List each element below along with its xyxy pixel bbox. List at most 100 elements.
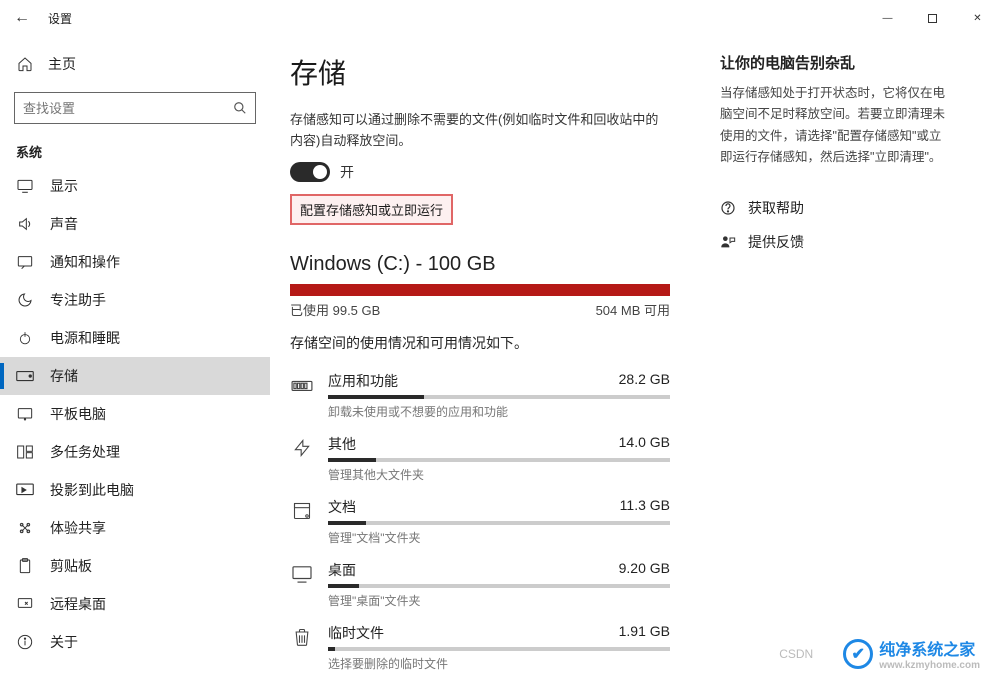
category-size: 9.20 GB [619, 560, 670, 580]
help-icon [720, 200, 736, 216]
drive-usage-bar [290, 284, 670, 296]
help-label: 获取帮助 [748, 198, 804, 218]
watermark-brand: 纯净系统之家 [879, 636, 980, 660]
sidebar-item-clipboard[interactable]: 剪贴板 [0, 547, 270, 585]
toggle-label: 开 [340, 162, 354, 182]
sidebar-item-label: 平板电脑 [50, 404, 106, 424]
category-sub: 管理"文档"文件夹 [328, 529, 670, 546]
category-size: 28.2 GB [619, 371, 670, 391]
category-bar [328, 395, 670, 399]
power-icon [16, 330, 34, 346]
storage-category-row[interactable]: 临时文件 1.91 GB 选择要删除的临时文件 [290, 615, 670, 672]
storage-category-row[interactable]: 文档11.3 GB管理"文档"文件夹 [290, 489, 670, 546]
category-icon [290, 625, 314, 649]
sidebar-item-label: 远程桌面 [50, 594, 106, 614]
watermark-url: www.kzmyhome.com [879, 660, 980, 671]
sound-icon [16, 216, 34, 232]
category-size: 1.91 GB [619, 623, 670, 643]
sidebar-item-label: 存储 [50, 366, 78, 386]
remote-icon [16, 596, 34, 612]
back-icon[interactable]: ← [14, 9, 30, 27]
sidebar-item-label: 体验共享 [50, 518, 106, 538]
storage-sense-desc: 存储感知可以通过删除不需要的文件(例如临时文件和回收站中的内容)自动释放空间。 [290, 110, 670, 152]
sidebar: 主页 系统 显示 声音 通知和操作 专注助手 [0, 36, 270, 681]
feedback-label: 提供反馈 [748, 232, 804, 252]
sidebar-item-shared[interactable]: 体验共享 [0, 509, 270, 547]
sidebar-item-remote[interactable]: 远程桌面 [0, 585, 270, 623]
category-bar [328, 458, 670, 462]
sidebar-item-tablet[interactable]: 平板电脑 [0, 395, 270, 433]
window-title: 设置 [48, 10, 72, 27]
info-icon [16, 634, 34, 650]
sidebar-item-multitask[interactable]: 多任务处理 [0, 433, 270, 471]
sidebar-item-display[interactable]: 显示 [0, 167, 270, 205]
search-input[interactable] [23, 101, 233, 116]
multitask-icon [16, 445, 34, 459]
used-label: 已使用 99.5 GB [290, 300, 380, 319]
category-name: 其他 [328, 434, 356, 454]
sidebar-item-label: 通知和操作 [50, 252, 120, 272]
category-icon [290, 562, 314, 586]
sidebar-item-power[interactable]: 电源和睡眠 [0, 319, 270, 357]
storage-category-row[interactable]: 应用和功能 28.2 GB 卸载未使用或不想要的应用和功能 [290, 363, 670, 420]
sidebar-category: 系统 [0, 142, 270, 167]
category-bar [328, 521, 670, 525]
sidebar-item-about[interactable]: 关于 [0, 623, 270, 661]
category-name: 应用和功能 [328, 371, 398, 391]
sidebar-item-storage[interactable]: 存储 [0, 357, 270, 395]
sidebar-item-label: 剪贴板 [50, 556, 92, 576]
display-icon [16, 179, 34, 193]
maximize-button[interactable] [910, 3, 955, 33]
search-icon [233, 101, 247, 115]
sidebar-item-sound[interactable]: 声音 [0, 205, 270, 243]
category-name: 临时文件 [328, 623, 384, 643]
clipboard-icon [16, 558, 34, 574]
feedback-link[interactable]: 提供反馈 [720, 232, 950, 252]
category-sub: 选择要删除的临时文件 [328, 655, 670, 672]
sidebar-item-label: 电源和睡眠 [50, 328, 120, 348]
home-label: 主页 [48, 54, 76, 74]
titlebar: ← 设置 — ✕ [0, 0, 1000, 36]
sidebar-item-label: 多任务处理 [50, 442, 120, 462]
tablet-icon [16, 407, 34, 421]
category-size: 14.0 GB [619, 434, 670, 454]
sidebar-item-label: 专注助手 [50, 290, 106, 310]
sidebar-item-project[interactable]: 投影到此电脑 [0, 471, 270, 509]
project-icon [16, 483, 34, 497]
drive-title: Windows (C:) - 100 GB [290, 253, 670, 276]
configure-storage-sense-link[interactable]: 配置存储感知或立即运行 [290, 194, 453, 225]
watermark-csdn: CSDN [779, 647, 813, 661]
get-help-link[interactable]: 获取帮助 [720, 198, 950, 218]
category-name: 桌面 [328, 560, 356, 580]
search-input-wrap[interactable] [14, 92, 256, 124]
window-controls: — ✕ [865, 3, 1000, 33]
home-link[interactable]: 主页 [0, 46, 270, 82]
close-button[interactable]: ✕ [955, 3, 1000, 33]
main-content: 存储 存储感知可以通过删除不需要的文件(例如临时文件和回收站中的内容)自动释放空… [270, 36, 1000, 681]
category-bar [328, 584, 670, 588]
watermark-circle-icon: ✔ [843, 639, 873, 669]
category-sub: 管理"桌面"文件夹 [328, 592, 670, 609]
watermark-logo: ✔ 纯净系统之家 www.kzmyhome.com [843, 636, 980, 671]
storage-category-row[interactable]: 桌面 9.20 GB 管理"桌面"文件夹 [290, 552, 670, 609]
sidebar-item-notifications[interactable]: 通知和操作 [0, 243, 270, 281]
home-icon [16, 56, 34, 72]
category-icon [290, 436, 314, 460]
tip-heading: 让你的电脑告别杂乱 [720, 52, 950, 73]
page-title: 存储 [290, 52, 670, 92]
sidebar-item-focus[interactable]: 专注助手 [0, 281, 270, 319]
sidebar-item-label: 显示 [50, 176, 78, 196]
storage-sense-toggle[interactable] [290, 162, 330, 182]
category-sub: 管理其他大文件夹 [328, 466, 670, 483]
feedback-icon [720, 234, 736, 250]
watermark: CSDN ✔ 纯净系统之家 www.kzmyhome.com [779, 636, 980, 671]
category-name: 文档 [328, 497, 356, 517]
free-label: 504 MB 可用 [596, 300, 670, 319]
storage-category-row[interactable]: 其他 14.0 GB 管理其他大文件夹 [290, 426, 670, 483]
category-sub: 卸载未使用或不想要的应用和功能 [328, 403, 670, 420]
minimize-button[interactable]: — [865, 3, 910, 33]
notifications-icon [16, 255, 34, 269]
storage-icon [16, 370, 34, 382]
category-bar [328, 647, 670, 651]
sidebar-item-label: 声音 [50, 214, 78, 234]
